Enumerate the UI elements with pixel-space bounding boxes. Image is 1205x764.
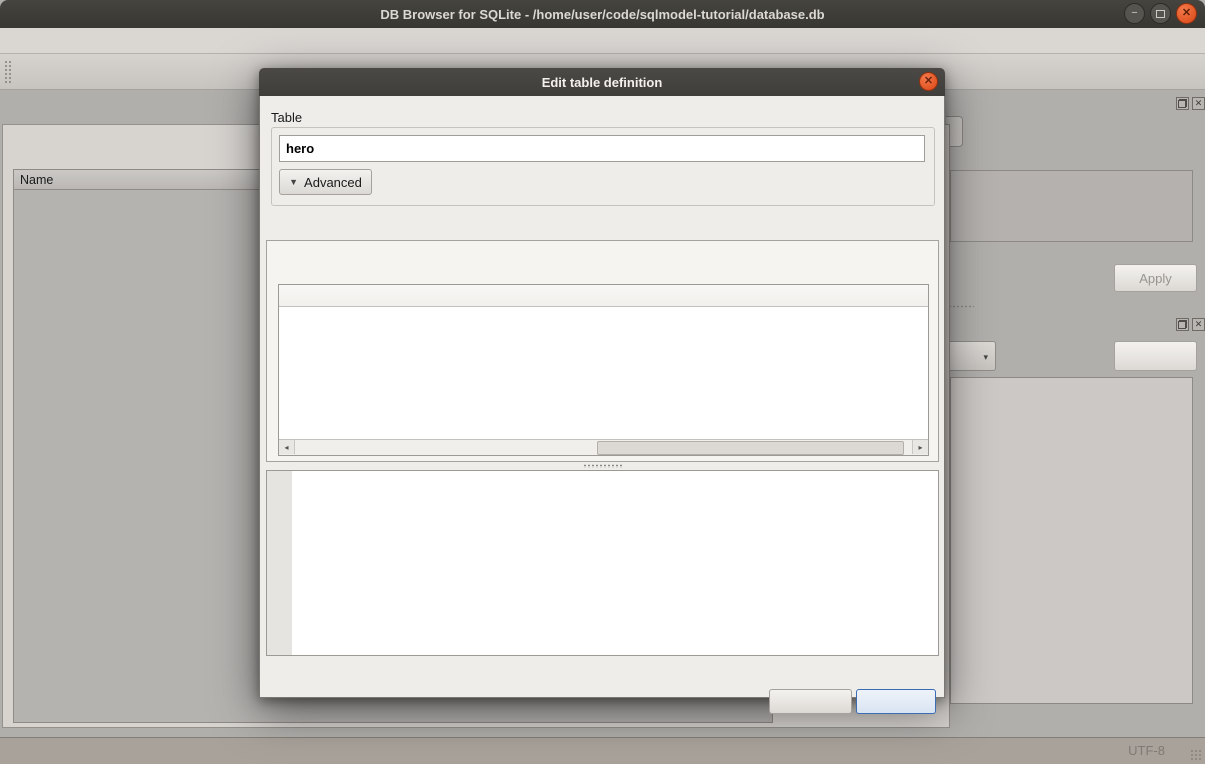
grid-header [279,285,928,307]
chevron-down-icon: ▼ [289,177,298,187]
dock-splitter[interactable] [948,305,974,308]
fields-tab-panel: ◂ ▸ [266,240,939,462]
fields-grid: ◂ ▸ [278,284,929,456]
table-name-input[interactable] [279,135,925,162]
encoding-label: UTF-8 [1128,743,1165,758]
table-group-label: Table [271,110,302,125]
dock-float-icon[interactable] [1176,97,1189,110]
cell-editor-textarea[interactable] [950,170,1193,242]
close-icon: ✕ [924,76,933,87]
dialog-splitter[interactable] [583,464,623,468]
edit-cell-dock-controls [1176,97,1205,110]
dialog-titlebar[interactable]: Edit table definition ✕ [259,68,945,96]
close-icon: ✕ [1177,4,1196,23]
menubar [0,28,1205,54]
maximize-button[interactable] [1150,3,1171,24]
dialog-close-button[interactable]: ✕ [919,72,938,91]
horizontal-scrollbar[interactable]: ◂ ▸ [279,439,928,455]
statusbar: UTF-8 [0,737,1205,764]
window-controls: −✕ [1124,3,1197,24]
edit-table-dialog: Edit table definition ✕ Table ▼ Advanced [259,68,945,698]
sql-preview[interactable] [266,470,939,656]
advanced-toggle-button[interactable]: ▼ Advanced [279,169,372,195]
dock-close-icon[interactable] [1192,97,1205,110]
cancel-button[interactable] [769,689,852,714]
minimize-button[interactable]: − [1124,3,1145,24]
sql-log-dock-controls [1176,318,1205,331]
sql-log-textarea[interactable] [950,377,1193,704]
scrollbar-thumb[interactable] [597,441,904,455]
dialog-body: Table ▼ Advanced ◂ ▸ [259,96,945,698]
scroll-left-icon[interactable]: ◂ [279,440,295,454]
dock-float-icon[interactable] [1176,318,1189,331]
window-titlebar[interactable]: DB Browser for SQLite - /home/user/code/… [0,0,1205,28]
app-window: DB Browser for SQLite - /home/user/code/… [0,0,1205,764]
minimize-icon: − [1125,4,1144,23]
advanced-label: Advanced [304,175,362,190]
close-button[interactable]: ✕ [1176,3,1197,24]
clear-log-button[interactable] [1114,341,1197,371]
apply-button: Apply [1114,264,1197,292]
ok-button[interactable] [856,689,936,714]
chevron-down-icon: ▾ [983,352,988,363]
dock-close-icon[interactable] [1192,318,1205,331]
scroll-right-icon[interactable]: ▸ [912,440,928,454]
dialog-title: Edit table definition [542,75,663,90]
toolbar-drag-handle[interactable] [4,60,11,84]
maximize-icon [1151,4,1170,23]
maximize-box [1156,10,1165,18]
window-title: DB Browser for SQLite - /home/user/code/… [380,7,824,22]
resize-grip[interactable] [1190,749,1202,761]
grid-empty-area [279,307,928,439]
